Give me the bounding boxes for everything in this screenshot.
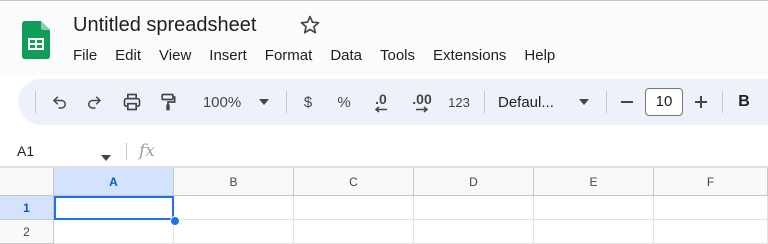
toolbar-separator bbox=[35, 91, 36, 113]
sheets-logo-icon[interactable] bbox=[22, 21, 50, 59]
name-box-dropdown-icon[interactable] bbox=[101, 148, 111, 166]
undo-icon[interactable] bbox=[46, 79, 74, 125]
menu-edit[interactable]: Edit bbox=[106, 45, 150, 67]
cell-a2[interactable] bbox=[54, 220, 174, 244]
percent-format-button[interactable]: % bbox=[332, 79, 356, 125]
increase-decimal-button[interactable]: .00 bbox=[406, 79, 438, 125]
cell-d1[interactable] bbox=[414, 196, 534, 220]
font-family-select[interactable]: Defaul... bbox=[498, 79, 564, 125]
menu-bar: File Edit View Insert Format Data Tools … bbox=[64, 45, 564, 67]
increase-decimal-label: .00 bbox=[412, 90, 432, 107]
top-bar: Untitled spreadsheet File Edit View Inse… bbox=[0, 0, 768, 75]
decrease-decimal-button[interactable]: .0 bbox=[366, 79, 396, 125]
decrease-font-size-icon[interactable] bbox=[615, 79, 639, 125]
currency-label: $ bbox=[303, 93, 313, 111]
row-header-2[interactable]: 2 bbox=[0, 220, 54, 244]
menu-tools[interactable]: Tools bbox=[371, 45, 424, 67]
menu-view[interactable]: View bbox=[150, 45, 200, 67]
arrow-right-icon bbox=[416, 105, 429, 113]
font-size-input[interactable]: 10 bbox=[645, 88, 683, 116]
font-family-value: Defaul... bbox=[498, 93, 554, 111]
toolbar-separator bbox=[286, 91, 287, 113]
column-header-a[interactable]: A bbox=[54, 168, 174, 196]
column-header-d[interactable]: D bbox=[414, 168, 534, 196]
column-header-b[interactable]: B bbox=[174, 168, 294, 196]
select-all-corner[interactable] bbox=[0, 168, 54, 196]
decrease-decimal-label: .0 bbox=[375, 90, 387, 107]
formula-bar-separator bbox=[126, 143, 127, 160]
active-cell-selection bbox=[54, 196, 174, 220]
cell-f2[interactable] bbox=[654, 220, 768, 244]
column-header-c[interactable]: C bbox=[294, 168, 414, 196]
toolbar-separator bbox=[484, 91, 485, 113]
row-header-1[interactable]: 1 bbox=[0, 196, 54, 220]
menu-extensions[interactable]: Extensions bbox=[424, 45, 515, 67]
name-box[interactable]: A1 bbox=[17, 136, 34, 166]
font-dropdown-icon[interactable] bbox=[574, 79, 594, 125]
bold-label: B bbox=[738, 93, 750, 110]
cell-f1[interactable] bbox=[654, 196, 768, 220]
cell-d2[interactable] bbox=[414, 220, 534, 244]
arrow-left-icon bbox=[374, 105, 387, 113]
spreadsheet-grid: A B C D E F 1 2 bbox=[0, 168, 768, 244]
redo-icon[interactable] bbox=[80, 79, 108, 125]
more-formats-label: 123 bbox=[448, 94, 470, 110]
star-icon[interactable] bbox=[299, 14, 321, 36]
currency-format-button[interactable]: $ bbox=[298, 79, 318, 125]
cell-e1[interactable] bbox=[534, 196, 654, 220]
column-header-f[interactable]: F bbox=[654, 168, 768, 196]
toolbar: 100% $ % .0 .00 123 Defaul... 10 B bbox=[18, 79, 768, 125]
menu-data[interactable]: Data bbox=[321, 45, 371, 67]
cell-e2[interactable] bbox=[534, 220, 654, 244]
menu-help[interactable]: Help bbox=[515, 45, 564, 67]
cell-c1[interactable] bbox=[294, 196, 414, 220]
formula-input[interactable] bbox=[168, 136, 768, 166]
fill-handle[interactable] bbox=[170, 216, 180, 226]
menu-file[interactable]: File bbox=[64, 45, 106, 67]
column-header-e[interactable]: E bbox=[534, 168, 654, 196]
menu-insert[interactable]: Insert bbox=[200, 45, 256, 67]
formula-bar: A1 fx bbox=[0, 136, 768, 166]
menu-format[interactable]: Format bbox=[256, 45, 322, 67]
cell-b2[interactable] bbox=[174, 220, 294, 244]
zoom-select[interactable]: 100% bbox=[196, 79, 248, 125]
cell-b1[interactable] bbox=[174, 196, 294, 220]
percent-label: % bbox=[337, 93, 351, 111]
toolbar-separator bbox=[606, 91, 607, 113]
document-title[interactable]: Untitled spreadsheet bbox=[73, 14, 256, 37]
fx-icon: fx bbox=[139, 141, 155, 161]
paint-format-icon[interactable] bbox=[154, 79, 182, 125]
zoom-value: 100% bbox=[202, 93, 242, 111]
more-formats-button[interactable]: 123 bbox=[444, 79, 474, 125]
cell-c2[interactable] bbox=[294, 220, 414, 244]
increase-font-size-icon[interactable] bbox=[689, 79, 713, 125]
print-icon[interactable] bbox=[118, 79, 146, 125]
toolbar-separator bbox=[722, 91, 723, 113]
zoom-dropdown-icon[interactable] bbox=[254, 79, 274, 125]
bold-button[interactable]: B bbox=[734, 79, 754, 125]
